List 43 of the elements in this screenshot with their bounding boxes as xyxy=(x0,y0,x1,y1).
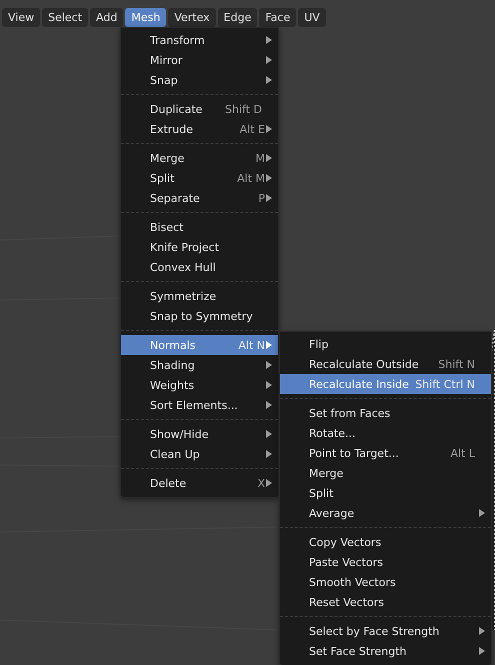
menu-item[interactable]: Duplicate Shift D xyxy=(121,99,278,119)
menu-tab[interactable]: Mesh xyxy=(125,8,166,27)
menu-tab[interactable]: UV xyxy=(298,8,326,27)
menu-tab[interactable]: Face xyxy=(259,8,296,27)
menu-item[interactable]: Split xyxy=(280,483,491,503)
menu-item[interactable]: Snap to Symmetry xyxy=(121,306,278,326)
menu-item[interactable]: Paste Vectors xyxy=(280,552,491,572)
menu-item[interactable]: Normals Alt N xyxy=(121,335,278,355)
menu-item[interactable]: Recalculate Outside Shift N xyxy=(280,354,491,374)
menu-tab[interactable]: View xyxy=(2,8,40,27)
menu-item[interactable]: Reset Vectors xyxy=(280,592,491,612)
menu-item[interactable]: Separate P xyxy=(121,188,278,208)
menu-tab[interactable]: Add xyxy=(90,8,124,27)
menu-item[interactable]: Weights xyxy=(121,375,278,395)
menu-item[interactable]: Copy Vectors xyxy=(280,532,491,552)
menu-item[interactable]: Extrude Alt E xyxy=(121,119,278,139)
menu-item[interactable]: Smooth Vectors xyxy=(280,572,491,592)
menu-item[interactable]: Shading xyxy=(121,355,278,375)
menu-item[interactable]: Merge xyxy=(280,463,491,483)
menu-item[interactable]: Transform xyxy=(121,30,278,50)
menu-item[interactable]: Set from Faces xyxy=(280,403,491,423)
menu-tab[interactable]: Edge xyxy=(218,8,258,27)
menu-item[interactable]: Flip xyxy=(280,334,491,354)
menu-item[interactable]: Split Alt M xyxy=(121,168,278,188)
menu-item[interactable]: Knife Project xyxy=(121,237,278,257)
menu-item[interactable]: Point to Target... Alt L xyxy=(280,443,491,463)
menu-item[interactable]: Convex Hull xyxy=(121,257,278,277)
menu-item[interactable]: Rotate... xyxy=(280,423,491,443)
menu-item[interactable]: Set Face Strength xyxy=(280,641,491,661)
menu-tab[interactable]: Vertex xyxy=(168,8,216,27)
menu-item[interactable]: Select by Face Strength xyxy=(280,621,491,641)
menu-item[interactable]: Clean Up xyxy=(121,444,278,464)
menu-item[interactable]: Sort Elements... xyxy=(121,395,278,415)
menu-item[interactable]: Recalculate Inside Shift Ctrl N xyxy=(280,374,491,394)
menu-item[interactable]: Snap xyxy=(121,70,278,90)
menu-item[interactable]: Delete X xyxy=(121,473,278,493)
menu-item[interactable]: Average xyxy=(280,503,491,523)
menu-tab[interactable]: Select xyxy=(42,8,88,27)
menu-item[interactable]: Bisect xyxy=(121,217,278,237)
menu-item[interactable]: Show/Hide xyxy=(121,424,278,444)
menu-item[interactable]: Merge M xyxy=(121,148,278,168)
menu-item[interactable]: Mirror xyxy=(121,50,278,70)
menu-item[interactable]: Symmetrize xyxy=(121,286,278,306)
